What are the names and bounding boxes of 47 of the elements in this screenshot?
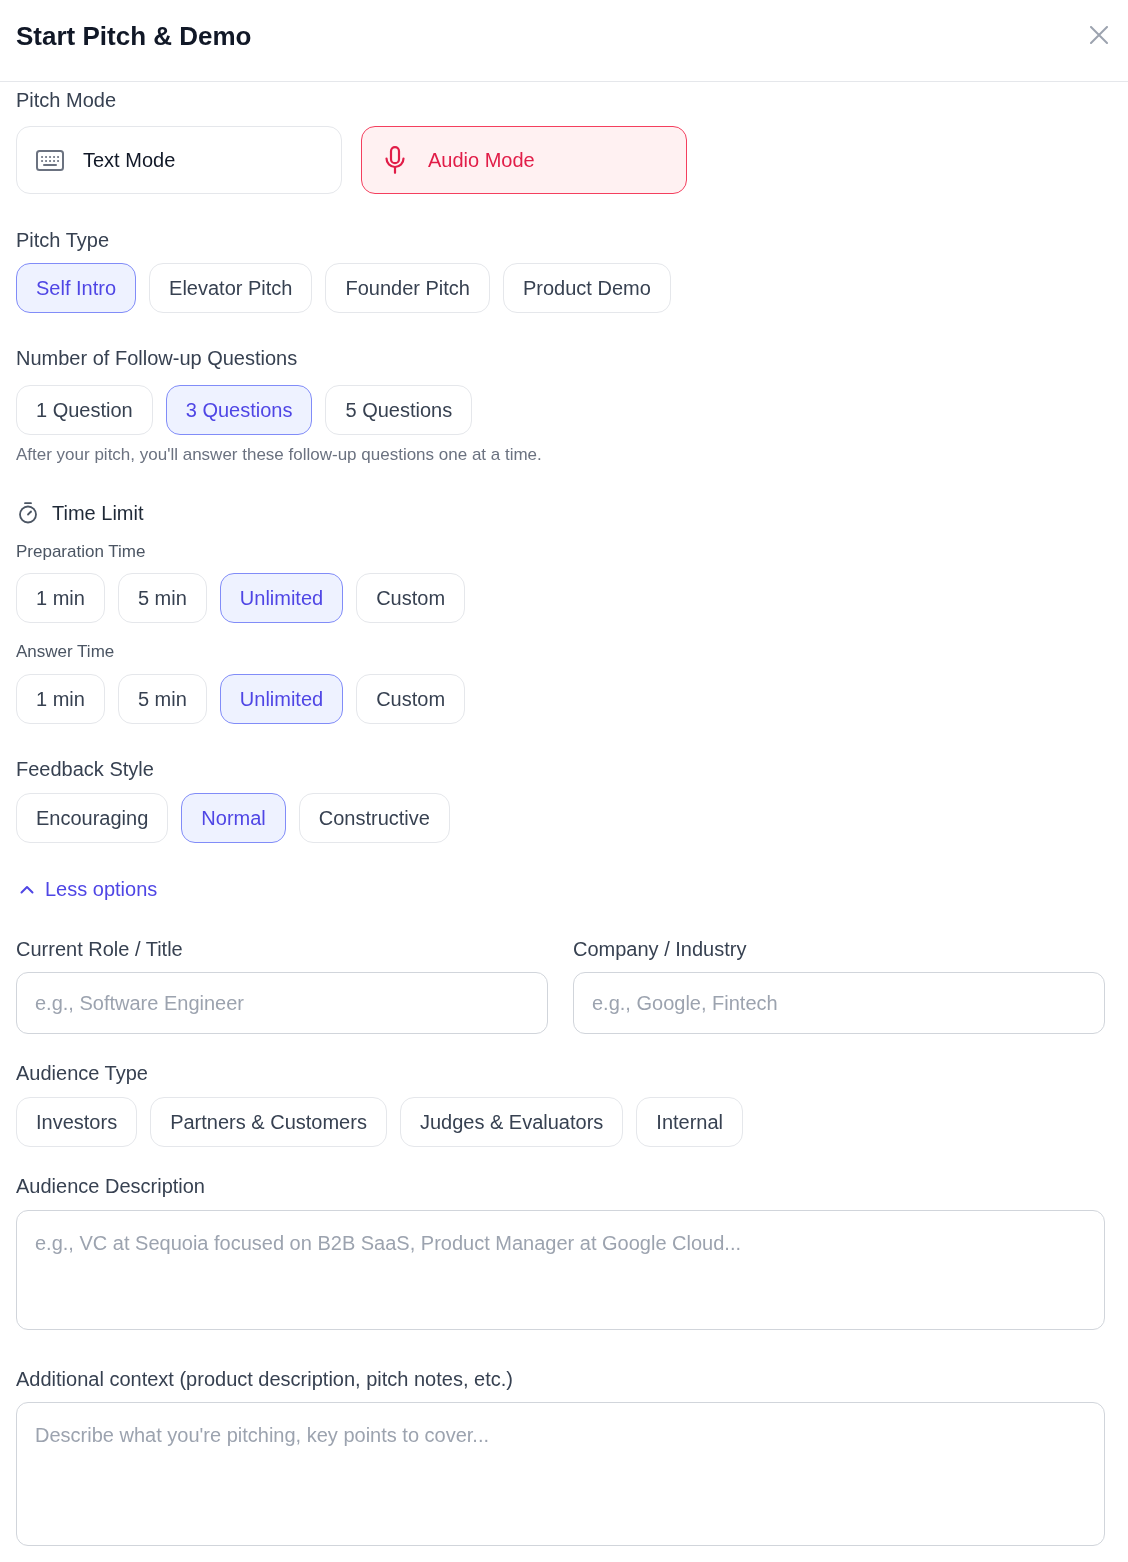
feedback-style-option[interactable]: Normal [181,793,286,843]
answer-time-option[interactable]: Unlimited [219,674,344,724]
subsection-label: Answer Time [16,641,116,663]
preparation-time-option[interactable]: Unlimited [219,573,344,623]
stopwatch-icon [18,502,38,524]
preparation-time-option[interactable]: Custom [356,573,466,623]
question-count-option[interactable]: 1 Question [16,385,153,435]
question-count-option[interactable]: 5 Questions [325,385,473,435]
section-label: Audience Type [16,1061,149,1085]
additional-context-field[interactable]: Describe what you're pitching, key points to cover... [16,1402,1105,1546]
audience-type-option[interactable]: Investors [16,1097,138,1147]
feedback-style-option[interactable]: Encouraging [16,793,169,843]
preparation-time-option[interactable]: 1 min [16,573,105,623]
answer-time-option[interactable]: 5 min [117,674,207,724]
text-input-field[interactable]: e.g., Software Engineer [16,972,548,1034]
pitch-type-option[interactable]: Self Intro [16,263,137,313]
microphone-icon [385,146,405,174]
field-label: Current Role / Title [16,937,183,961]
preparation-time-option[interactable]: 5 min [117,573,207,623]
mode-option[interactable]: Text Mode [16,126,342,194]
question-count-option[interactable]: 3 Questions [165,385,313,435]
section-label: Pitch Mode [16,88,118,112]
audience-description-field[interactable]: e.g., VC at Sequoia focused on B2B SaaS, Product Manager at Google Cloud... [16,1210,1105,1330]
options-toggle-link[interactable]: Less options [16,877,158,901]
pitch-type-option[interactable]: Elevator Pitch [149,263,313,313]
pitch-type-option[interactable]: Product Demo [502,263,671,313]
text-input-field[interactable]: e.g., Google, Fintech [573,972,1105,1034]
audience-type-option[interactable]: Judges & Evaluators [399,1097,624,1147]
section-label: Pitch Type [16,228,111,252]
pitch-type-option[interactable]: Founder Pitch [325,263,490,313]
section-label: Feedback Style [16,757,155,781]
answer-time-option[interactable]: Custom [356,674,466,724]
feedback-style-option[interactable]: Constructive [298,793,450,843]
section-label: Number of Follow-up Questions [16,346,299,370]
dialog-title: Start Pitch & Demo [16,21,252,51]
audience-type-option[interactable]: Internal [636,1097,744,1147]
keyboard-icon [36,149,64,171]
close-icon [1090,26,1108,44]
mode-option[interactable]: Audio Mode [361,126,687,194]
hint-text: After your pitch, you'll answer these follow-up questions one at a time. [16,444,543,466]
answer-time-option[interactable]: 1 min [16,674,105,724]
subsection-label: Preparation Time [16,541,147,563]
field-label: Company / Industry [573,937,747,961]
audience-type-option[interactable]: Partners & Customers [150,1097,387,1147]
field-label: Audience Description [16,1174,206,1198]
section-label: Time Limit [52,501,144,525]
field-label: Additional context (product description, pitch notes, etc.) [16,1367,514,1391]
